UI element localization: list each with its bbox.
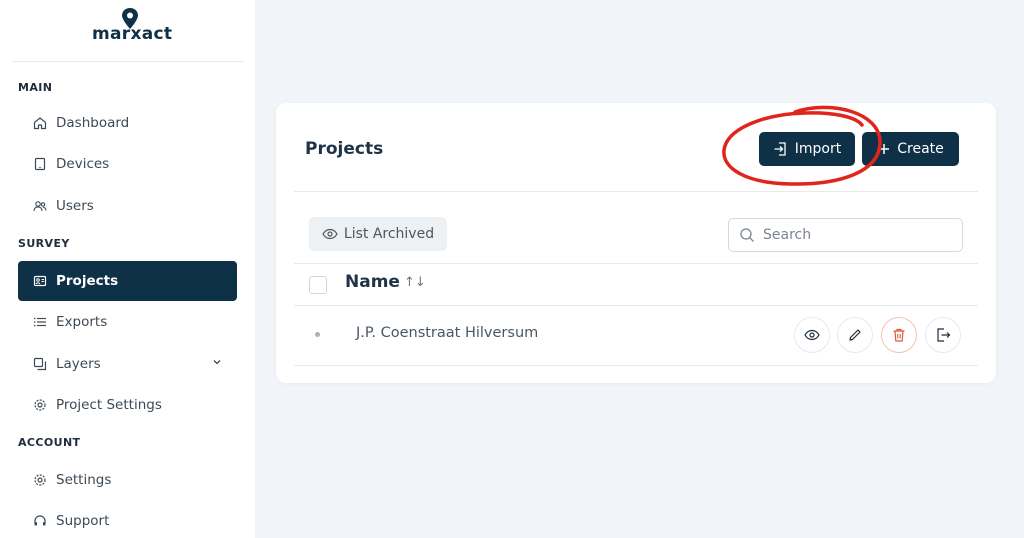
sidebar: marxact MAIN Dashboard Devices Users SUR… bbox=[0, 0, 255, 538]
edit-project-button[interactable] bbox=[837, 317, 873, 353]
sidebar-item-layers[interactable]: Layers bbox=[18, 344, 237, 384]
search-box[interactable] bbox=[728, 218, 963, 252]
sidebar-item-users[interactable]: Users bbox=[18, 186, 237, 226]
export-icon bbox=[937, 328, 951, 342]
gear-icon bbox=[32, 472, 48, 488]
import-label: Import bbox=[794, 141, 842, 157]
toolbar-divider bbox=[294, 263, 978, 264]
delete-project-button[interactable] bbox=[881, 317, 917, 353]
projects-card: Projects Import Create List Archived Nam… bbox=[276, 103, 996, 383]
row-bullet bbox=[315, 332, 320, 337]
sidebar-item-projects[interactable]: Projects bbox=[18, 261, 237, 301]
plus-icon bbox=[879, 144, 890, 154]
table-header-divider bbox=[294, 305, 978, 306]
eye-icon bbox=[322, 228, 338, 240]
brand-logo[interactable]: marxact bbox=[92, 24, 172, 44]
column-name-label: Name bbox=[345, 272, 400, 292]
project-name[interactable]: J.P. Coenstraat Hilversum bbox=[356, 325, 538, 341]
search-icon bbox=[740, 228, 754, 242]
sidebar-item-settings[interactable]: Settings bbox=[18, 460, 237, 500]
search-input[interactable] bbox=[763, 227, 953, 243]
sidebar-item-label: Users bbox=[56, 198, 94, 214]
list-archived-label: List Archived bbox=[343, 226, 435, 242]
pencil-icon bbox=[849, 329, 861, 341]
sort-icon: ↑↓ bbox=[403, 274, 426, 290]
gear-icon bbox=[32, 397, 48, 413]
view-project-button[interactable] bbox=[794, 317, 830, 353]
page-title: Projects bbox=[305, 139, 384, 159]
sidebar-item-label: Project Settings bbox=[56, 397, 162, 413]
sidebar-item-devices[interactable]: Devices bbox=[18, 144, 237, 184]
eye-icon bbox=[804, 329, 820, 341]
list-icon bbox=[32, 314, 48, 330]
section-main-label: MAIN bbox=[18, 81, 53, 94]
sidebar-item-label: Projects bbox=[56, 273, 119, 289]
users-icon bbox=[32, 198, 48, 214]
sidebar-item-label: Devices bbox=[56, 156, 110, 172]
sidebar-item-dashboard[interactable]: Dashboard bbox=[18, 103, 237, 143]
sidebar-item-label: Support bbox=[56, 513, 110, 529]
sidebar-item-label: Settings bbox=[56, 472, 112, 488]
trash-icon bbox=[893, 328, 905, 342]
sidebar-item-support[interactable]: Support bbox=[18, 501, 237, 538]
chevron-down-icon[interactable] bbox=[211, 356, 223, 368]
header-divider bbox=[294, 191, 978, 192]
sidebar-item-project-settings[interactable]: Project Settings bbox=[18, 385, 237, 425]
create-label: Create bbox=[897, 141, 944, 157]
headset-icon bbox=[32, 513, 48, 529]
export-project-button[interactable] bbox=[925, 317, 961, 353]
home-icon bbox=[32, 115, 48, 131]
layers-icon bbox=[32, 356, 48, 372]
import-button[interactable]: Import bbox=[759, 132, 855, 166]
section-survey-label: SURVEY bbox=[18, 237, 70, 250]
list-archived-button[interactable]: List Archived bbox=[309, 217, 447, 251]
create-button[interactable]: Create bbox=[862, 132, 959, 166]
import-icon bbox=[774, 142, 786, 156]
row-divider bbox=[294, 365, 978, 366]
sidebar-item-label: Dashboard bbox=[56, 115, 130, 131]
section-account-label: ACCOUNT bbox=[18, 436, 81, 449]
sidebar-item-exports[interactable]: Exports bbox=[18, 302, 237, 342]
tablet-icon bbox=[32, 156, 48, 172]
sidebar-item-label: Exports bbox=[56, 314, 108, 330]
column-header-name[interactable]: Name ↑↓ bbox=[345, 272, 426, 292]
select-all-checkbox[interactable] bbox=[309, 276, 327, 294]
sidebar-item-label: Layers bbox=[56, 356, 101, 372]
projects-icon bbox=[32, 273, 48, 289]
